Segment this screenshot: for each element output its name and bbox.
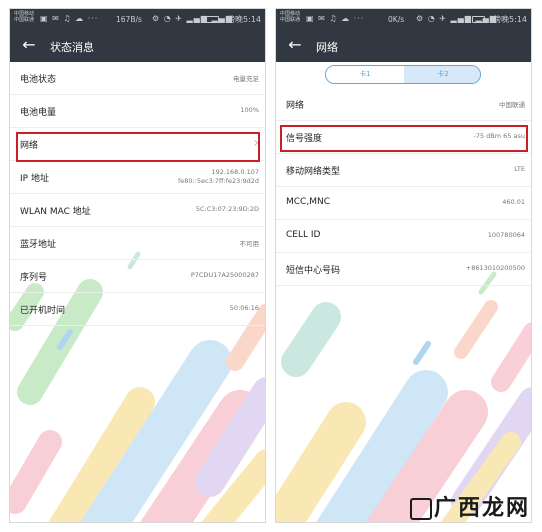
carrier-labels: 中国移动 中国联通 [14, 11, 38, 23]
phone-status-info: 中国移动 中国联通 ▣ ✉ ♫ ☁ ··· 167B/s ⚙ ◔ ✈ ▂▄▆ ▂… [9, 8, 266, 523]
page-title: 状态消息 [50, 41, 94, 54]
row-battery-level: 电池电量 100% [10, 95, 265, 128]
battery-icon [472, 16, 485, 23]
tab-sim-2[interactable]: 卡2 [404, 66, 480, 83]
screenshot-comparison: 中国移动 中国联通 ▣ ✉ ♫ ☁ ··· 167B/s ⚙ ◔ ✈ ▂▄▆ ▂… [0, 0, 542, 532]
watermark: 广西龙网 [409, 490, 530, 522]
back-arrow-icon[interactable]: ← [18, 35, 40, 54]
row-label: IP 地址 [20, 174, 49, 184]
page-title: 网络 [316, 41, 338, 54]
row-uptime: 已开机时间 50:06:16 [10, 293, 265, 326]
highlight-box-signal [280, 125, 528, 152]
row-label: 电池状态 [20, 75, 57, 85]
carrier-labels: 中国移动 中国联通 [280, 11, 304, 23]
highlight-box-network [16, 132, 260, 162]
row-wlan-mac: WLAN MAC 地址 5C:C3:07:23:9D:2D [10, 194, 265, 227]
row-value: 不可用 [239, 240, 260, 248]
row-label: 蓝牙地址 [20, 240, 57, 250]
status-bar: 中国移动 中国联通 ▣ ✉ ♫ ☁ ··· 0K/s ⚙ ◔ ✈ ▂▄▆ ▂▄▆… [276, 9, 531, 30]
status-bar: 中国移动 中国联通 ▣ ✉ ♫ ☁ ··· 167B/s ⚙ ◔ ✈ ▂▄▆ ▂… [10, 9, 265, 30]
network-speed: 0K/s [388, 15, 405, 24]
title-bar: ← 状态消息 [10, 30, 265, 62]
battery-icon [206, 16, 219, 23]
row-label: CELL ID [286, 230, 321, 240]
back-arrow-icon[interactable]: ← [284, 35, 306, 54]
row-sms-center: 短信中心号码 +8613010200500 [276, 253, 531, 286]
notification-icons: ▣ ✉ ♫ ☁ ··· [40, 14, 99, 23]
info-list: 电池状态 电量充足 电池电量 100% 网络 › IP 地址 192.168.0… [10, 62, 265, 326]
row-network-type: 移动网络类型 LTE [276, 154, 531, 187]
row-ip-address: IP 地址 192.168.0.107 fe80::5ec3:7ff:fe23:… [10, 161, 265, 194]
row-value: 460.01 [502, 198, 525, 206]
status-time: 傍晚5:14 [493, 15, 527, 24]
row-label: MCC,MNC [286, 197, 330, 207]
carrier-2: 中国联通 [14, 17, 35, 23]
ip-v4: 192.168.0.107 [211, 168, 259, 176]
row-mcc-mnc: MCC,MNC 460.01 [276, 187, 531, 220]
row-label: 短信中心号码 [286, 266, 341, 276]
row-cell-id: CELL ID 100780064 [276, 220, 531, 253]
row-label: WLAN MAC 地址 [20, 207, 91, 217]
status-time: 傍晚5:14 [227, 15, 261, 24]
row-serial-number: 序列号 P7CDU17A25000287 [10, 260, 265, 293]
tab-sim-1[interactable]: 卡1 [326, 66, 404, 83]
row-value: 100% [240, 106, 259, 114]
row-value: P7CDU17A25000287 [190, 271, 259, 279]
row-value: 100780064 [487, 231, 525, 239]
carrier-2: 中国联通 [280, 17, 301, 23]
row-label: 网络 [286, 101, 305, 111]
row-value: 192.168.0.107 fe80::5ec3:7ff:fe23:9d2d [178, 168, 259, 186]
row-value: 5C:C3:07:23:9D:2D [195, 205, 259, 213]
phone-network-info: 中国移动 中国联通 ▣ ✉ ♫ ☁ ··· 0K/s ⚙ ◔ ✈ ▂▄▆ ▂▄▆… [275, 8, 532, 523]
ip-v6: fe80::5ec3:7ff:fe23:9d2d [177, 177, 259, 185]
row-value: 电量充足 [233, 75, 259, 83]
row-value: 中国联通 [499, 101, 525, 109]
row-label: 电池电量 [20, 108, 57, 118]
row-value: LTE [514, 165, 525, 173]
row-battery-status: 电池状态 电量充足 [10, 62, 265, 95]
row-bluetooth-address: 蓝牙地址 不可用 [10, 227, 265, 260]
row-label: 已开机时间 [20, 306, 66, 316]
sim-card-selector: 卡1 卡2 [325, 65, 481, 84]
row-value: 50:06:16 [229, 304, 259, 312]
network-speed: 167B/s [116, 15, 142, 24]
content-area: 电池状态 电量充足 电池电量 100% 网络 › IP 地址 192.168.0… [10, 62, 265, 522]
watermark-logo-icon [409, 498, 432, 520]
row-network: 网络 中国联通 [276, 88, 531, 121]
info-list: 网络 中国联通 信号强度 -75 dBm 65 asu 移动网络类型 LTE M… [276, 88, 531, 286]
content-area: 卡1 卡2 网络 中国联通 信号强度 -75 dBm 65 asu 移动网络类型… [276, 62, 531, 522]
row-label: 序列号 [20, 273, 48, 283]
watermark-text: 广西龙网 [433, 496, 530, 521]
row-value: +8613010200500 [465, 264, 525, 272]
title-bar: ← 网络 [276, 30, 531, 62]
notification-icons: ▣ ✉ ♫ ☁ ··· [306, 14, 365, 23]
row-label: 移动网络类型 [286, 167, 341, 177]
signal-icons: ⚙ ◔ ✈ ▂▄▆ ▂▄▆ [152, 14, 233, 23]
